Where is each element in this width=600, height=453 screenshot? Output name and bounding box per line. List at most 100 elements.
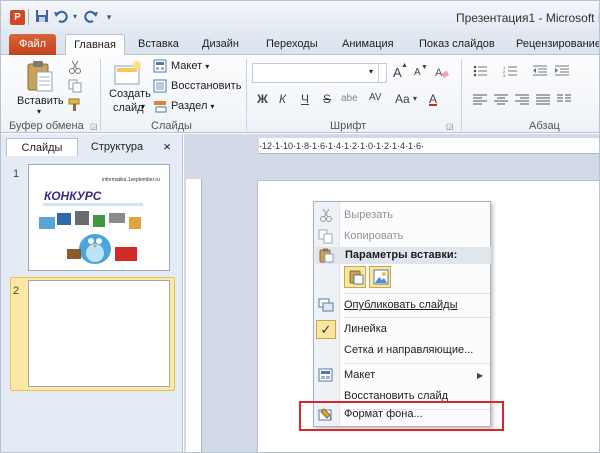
section-button[interactable]: Раздел ▾ bbox=[171, 100, 214, 112]
save-icon[interactable] bbox=[34, 9, 50, 25]
thumbnail-illustration bbox=[39, 211, 141, 264]
menu-separator bbox=[344, 363, 490, 364]
reset-button[interactable]: Восстановить bbox=[171, 80, 241, 92]
format-painter-icon[interactable] bbox=[68, 98, 82, 115]
align-right-icon[interactable] bbox=[515, 94, 529, 109]
highlight-box bbox=[299, 401, 504, 431]
font-size-combo[interactable] bbox=[379, 63, 387, 83]
paste-button[interactable]: Вставить bbox=[17, 95, 64, 107]
reset-slide-icon[interactable] bbox=[153, 79, 167, 96]
title-bar: P ▾ ▾ Презентация1 - Microsoft PowerPoin… bbox=[1, 1, 599, 31]
menu-item-label: Вырезать bbox=[344, 209, 393, 221]
thumbnail-banner bbox=[43, 203, 143, 206]
copy-icon[interactable] bbox=[68, 79, 82, 96]
slide-thumbnail-1[interactable]: КОНКУРС informatika.1september.ru bbox=[28, 164, 170, 271]
font-name-combo[interactable] bbox=[252, 63, 379, 83]
customize-qat-icon[interactable]: ▾ bbox=[101, 9, 117, 25]
slide-number: 1 bbox=[13, 168, 20, 180]
clipboard-group-label: Буфер обмена bbox=[9, 120, 84, 132]
change-case-button[interactable]: Aa bbox=[395, 92, 410, 106]
justify-icon[interactable] bbox=[536, 94, 550, 109]
tab-outline[interactable]: Структура bbox=[81, 138, 153, 156]
menu-item-label: Опубликовать слайды bbox=[344, 299, 458, 311]
paste-option-picture[interactable] bbox=[369, 266, 391, 288]
tab-transitions[interactable]: Переходы bbox=[266, 34, 318, 55]
powerpoint-window: P ▾ ▾ Презентация1 - Microsoft PowerPoin… bbox=[0, 0, 600, 453]
ribbon-home: Вставить ▾ Буфер обмена ◲ Создать слайд … bbox=[1, 55, 599, 133]
bold-button[interactable]: Ж bbox=[257, 92, 268, 106]
tab-slideshow[interactable]: Показ слайдов bbox=[419, 34, 495, 55]
redo-icon[interactable] bbox=[83, 9, 99, 25]
new-slide-icon[interactable] bbox=[113, 60, 143, 89]
italic-button[interactable]: К bbox=[279, 92, 286, 106]
paste-option-keep-formatting[interactable] bbox=[344, 266, 366, 288]
shadow-button[interactable]: abe bbox=[341, 93, 358, 104]
section-dropdown-icon: ▾ bbox=[210, 102, 215, 111]
change-case-dropdown-icon[interactable]: ▾ bbox=[413, 94, 417, 103]
publish-slides-icon bbox=[318, 298, 334, 313]
thumbnail-subtitle: informatika.1september.ru bbox=[102, 177, 160, 183]
tab-animations[interactable]: Анимация bbox=[342, 34, 394, 55]
cut-icon[interactable] bbox=[68, 60, 82, 77]
paste-dropdown-icon[interactable]: ▾ bbox=[37, 107, 41, 116]
paste-as-picture-icon bbox=[373, 269, 389, 285]
undo-dropdown-icon[interactable]: ▾ bbox=[67, 9, 83, 25]
strikethrough-button[interactable]: S bbox=[323, 92, 331, 106]
menu-item-label: Макет bbox=[344, 369, 376, 381]
paste-options-header: Параметры вставки: bbox=[315, 247, 491, 264]
menu-item-label: Копировать bbox=[344, 230, 404, 242]
section-label: Раздел bbox=[171, 100, 208, 112]
menu-item-ruler[interactable]: ✓ Линейка bbox=[314, 319, 490, 340]
tab-insert[interactable]: Вставка bbox=[138, 34, 179, 55]
underline-button[interactable]: Ч bbox=[301, 92, 309, 106]
clear-formatting-icon[interactable]: A bbox=[435, 65, 450, 82]
horizontal-ruler[interactable]: ·12·1·10·1·8·1·6·1·4·1·2·1·0·1·2·1·4·1·6… bbox=[259, 138, 599, 154]
layout-label: Макет bbox=[171, 60, 203, 72]
layout-icon[interactable] bbox=[153, 59, 167, 76]
font-launcher-icon[interactable]: ◲ bbox=[446, 122, 454, 131]
menu-item-publish-slides[interactable]: Опубликовать слайды bbox=[314, 295, 490, 316]
new-slide-label-2[interactable]: слайд bbox=[113, 102, 144, 114]
decrease-indent-icon[interactable] bbox=[533, 65, 547, 80]
window-title: Презентация1 - Microsoft PowerPoint bbox=[456, 11, 599, 25]
menu-item-layout[interactable]: Макет ▶ bbox=[314, 365, 490, 386]
new-slide-dropdown-icon[interactable]: ▾ bbox=[141, 102, 145, 111]
close-pane-icon[interactable]: × bbox=[159, 138, 175, 156]
slides-pane: Слайды Структура × 1 КОНКУРС informatika… bbox=[1, 134, 183, 452]
font-color-button[interactable]: A bbox=[429, 92, 437, 106]
font-name-dropdown-icon[interactable]: ▾ bbox=[369, 67, 373, 76]
section-icon[interactable] bbox=[153, 99, 167, 116]
menu-separator bbox=[344, 317, 490, 318]
tab-design[interactable]: Дизайн bbox=[202, 34, 239, 55]
tab-review[interactable]: Рецензирование bbox=[516, 34, 599, 55]
paste-icon[interactable] bbox=[25, 60, 55, 97]
menu-item-copy[interactable]: Копировать bbox=[314, 226, 490, 247]
paste-options-label: Параметры вставки: bbox=[345, 249, 458, 261]
numbering-icon[interactable]: 123 bbox=[503, 65, 521, 80]
check-icon: ✓ bbox=[316, 320, 336, 339]
character-spacing-button[interactable]: AV bbox=[369, 92, 382, 103]
menu-item-grid-guides[interactable]: Сетка и направляющие... bbox=[314, 340, 490, 361]
shrink-font-button[interactable]: A bbox=[414, 67, 421, 78]
menu-item-cut[interactable]: Вырезать bbox=[314, 205, 490, 226]
columns-icon[interactable] bbox=[557, 94, 571, 109]
clipboard-launcher-icon[interactable]: ◲ bbox=[90, 122, 98, 131]
group-divider bbox=[100, 59, 101, 131]
tab-file[interactable]: Файл bbox=[9, 34, 56, 55]
increase-indent-icon[interactable] bbox=[555, 65, 569, 80]
tab-home[interactable]: Главная bbox=[65, 34, 125, 56]
paste-icon bbox=[318, 248, 334, 269]
align-center-icon[interactable] bbox=[494, 94, 508, 109]
powerpoint-app-icon[interactable]: P bbox=[10, 10, 25, 25]
bullets-icon[interactable] bbox=[473, 65, 491, 80]
new-slide-label-1[interactable]: Создать bbox=[109, 88, 151, 100]
copy-icon bbox=[318, 229, 334, 244]
paste-keep-source-icon bbox=[349, 270, 364, 285]
align-left-icon[interactable] bbox=[473, 94, 487, 109]
layout-button[interactable]: Макет ▾ bbox=[171, 60, 209, 72]
slide-thumbnail-2[interactable] bbox=[28, 280, 170, 387]
svg-text:A: A bbox=[435, 67, 443, 79]
tab-slides[interactable]: Слайды bbox=[6, 138, 78, 156]
vertical-ruler[interactable] bbox=[186, 179, 202, 452]
layout-icon bbox=[318, 368, 334, 383]
